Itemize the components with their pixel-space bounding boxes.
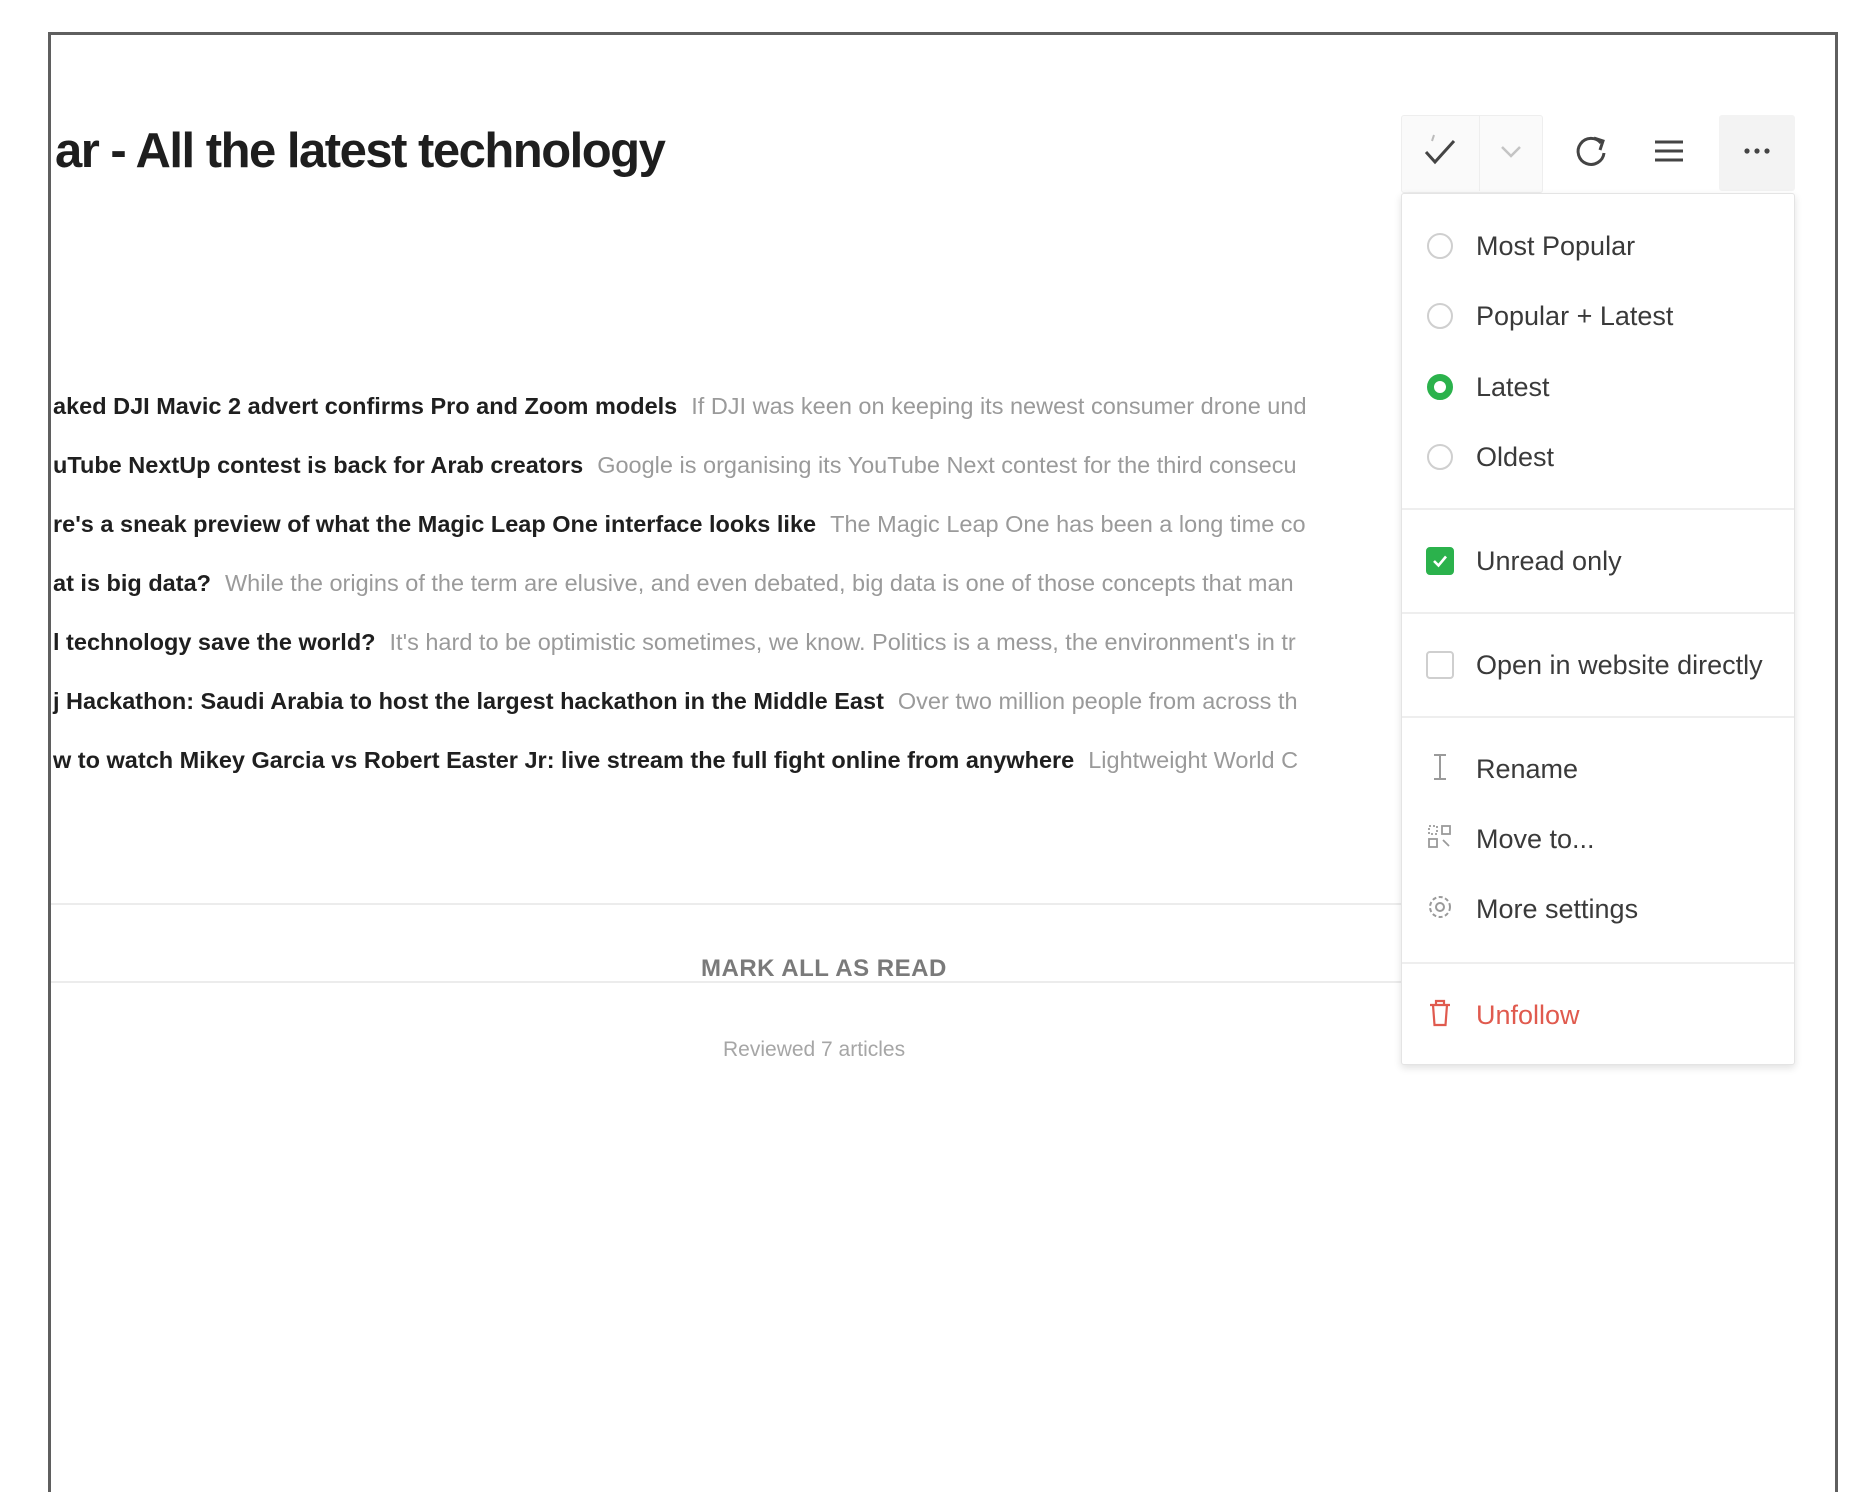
menu-divider	[1402, 962, 1794, 964]
unfollow-menu-item[interactable]: Unfollow	[1402, 985, 1794, 1045]
mark-read-dropdown-button[interactable]	[1479, 115, 1542, 191]
sort-option-latest[interactable]: Latest	[1402, 357, 1794, 417]
refresh-button[interactable]	[1559, 115, 1623, 191]
checkbox[interactable]	[1426, 651, 1454, 679]
radio-button[interactable]	[1427, 303, 1453, 329]
trash-icon	[1425, 997, 1455, 1034]
menu-divider	[1402, 716, 1794, 718]
list-icon	[1649, 131, 1689, 176]
sort-option-most-popular[interactable]: Most Popular	[1402, 216, 1794, 276]
more-horizontal-icon	[1737, 131, 1777, 176]
feed-window: ar - All the latest technology aked DJI …	[48, 32, 1838, 1492]
article-row[interactable]: at is big data? While the origins of the …	[51, 554, 1411, 613]
check-icon	[1433, 555, 1447, 568]
article-snippet: Google is organising its YouTube Next co…	[597, 452, 1297, 478]
article-title: uTube NextUp contest is back for Arab cr…	[53, 452, 584, 478]
article-list: aked DJI Mavic 2 advert confirms Pro and…	[51, 377, 1411, 790]
article-row[interactable]: aked DJI Mavic 2 advert confirms Pro and…	[51, 377, 1411, 436]
rename-label: Rename	[1476, 753, 1579, 784]
article-snippet: It's hard to be optimistic sometimes, we…	[389, 629, 1296, 655]
feed-options-menu: Most Popular Popular + Latest Latest Old…	[1401, 193, 1795, 1065]
sort-option-label: Oldest	[1476, 441, 1555, 472]
sort-option-oldest[interactable]: Oldest	[1402, 427, 1794, 487]
chevron-down-icon	[1496, 136, 1526, 171]
sort-option-label: Popular + Latest	[1476, 300, 1674, 331]
unread-only-toggle[interactable]: Unread only	[1402, 531, 1794, 591]
sort-option-label: Latest	[1476, 371, 1550, 402]
article-row[interactable]: re's a sneak preview of what the Magic L…	[51, 495, 1411, 554]
article-title: aked DJI Mavic 2 advert confirms Pro and…	[53, 393, 678, 419]
sort-option-label: Most Popular	[1476, 230, 1636, 261]
article-title: w to watch Mikey Garcia vs Robert Easter…	[53, 747, 1075, 773]
sort-option-popular-latest[interactable]: Popular + Latest	[1402, 286, 1794, 346]
check-icon	[1420, 131, 1460, 176]
article-title: l technology save the world?	[53, 629, 376, 655]
article-row[interactable]: w to watch Mikey Garcia vs Robert Easter…	[51, 731, 1411, 790]
page-title: ar - All the latest technology	[55, 124, 666, 178]
divider	[51, 981, 1411, 983]
article-row[interactable]: uTube NextUp contest is back for Arab cr…	[51, 436, 1411, 495]
radio-button[interactable]	[1427, 233, 1453, 259]
article-snippet: Over two million people from across th	[897, 688, 1298, 714]
move-icon	[1425, 822, 1455, 857]
move-to-menu-item[interactable]: Move to...	[1402, 809, 1794, 869]
rename-menu-item[interactable]: Rename	[1402, 739, 1794, 799]
article-title: at is big data?	[53, 570, 211, 596]
reviewed-count: Reviewed 7 articles	[723, 1038, 906, 1061]
article-row[interactable]: l technology save the world? It's hard to…	[51, 613, 1411, 672]
unfollow-label: Unfollow	[1476, 999, 1580, 1030]
article-title: re's a sneak preview of what the Magic L…	[53, 511, 817, 537]
article-snippet: Lightweight World C	[1088, 747, 1299, 773]
radio-button[interactable]	[1427, 444, 1453, 470]
move-to-label: Move to...	[1476, 823, 1595, 854]
text-cursor-icon	[1426, 751, 1454, 788]
article-snippet: If DJI was keen on keeping its newest co…	[691, 393, 1307, 419]
unread-only-label: Unread only	[1476, 545, 1622, 576]
refresh-icon	[1571, 131, 1611, 176]
article-snippet: While the origins of the term are elusiv…	[225, 570, 1294, 596]
open-in-website-label: Open in website directly	[1476, 649, 1763, 680]
checkbox-checked[interactable]	[1426, 547, 1454, 575]
article-snippet: The Magic Leap One has been a long time …	[830, 511, 1306, 537]
menu-divider	[1402, 508, 1794, 510]
mark-all-as-read-button[interactable]: MARK ALL AS READ	[701, 955, 947, 983]
divider	[51, 903, 1411, 905]
more-settings-menu-item[interactable]: More settings	[1402, 879, 1794, 939]
article-row[interactable]: j Hackathon: Saudi Arabia to host the la…	[51, 672, 1411, 731]
open-in-website-toggle[interactable]: Open in website directly	[1402, 635, 1794, 695]
gear-icon	[1424, 891, 1456, 928]
article-title: j Hackathon: Saudi Arabia to host the la…	[53, 688, 884, 714]
layout-button[interactable]	[1637, 115, 1701, 191]
radio-button-selected[interactable]	[1427, 374, 1453, 400]
menu-divider	[1402, 612, 1794, 614]
mark-read-button[interactable]	[1401, 115, 1479, 191]
more-settings-label: More settings	[1476, 893, 1639, 924]
more-options-button[interactable]	[1719, 115, 1795, 191]
